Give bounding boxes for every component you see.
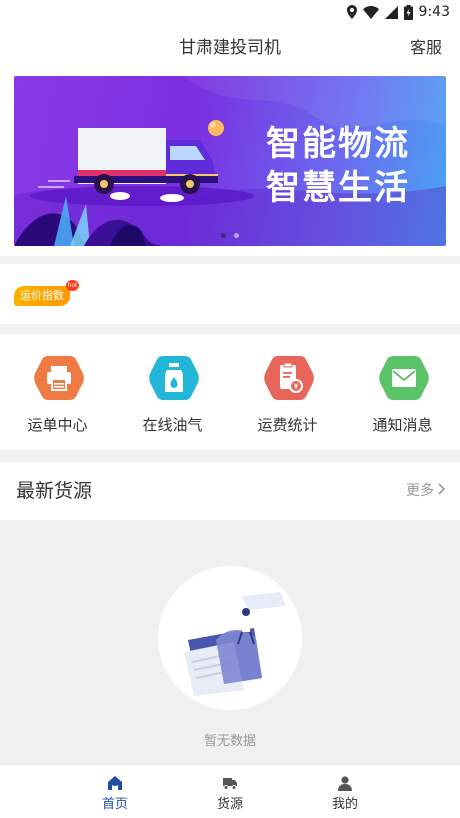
latest-cargo-header: 最新货源 更多 — [0, 462, 460, 520]
location-icon — [346, 5, 357, 19]
carousel-dot-1[interactable] — [221, 233, 226, 238]
empty-text: 暂无数据 — [203, 734, 256, 749]
wifi-icon — [362, 5, 379, 19]
banner-slogan-line2: 智慧生活 — [266, 168, 410, 208]
grid-item-notifications[interactable]: 通知消息 — [345, 334, 460, 450]
chevron-right-icon — [438, 462, 446, 520]
grid-item-online-fuel[interactable]: 在线油气 — [115, 334, 230, 450]
grid-item-label: 通知消息 — [372, 416, 433, 434]
banner-carousel[interactable]: 智能物流 智慧生活 — [14, 76, 446, 246]
fuel-bottle-icon — [149, 356, 199, 400]
tab-cargo[interactable]: 货源 — [190, 765, 270, 818]
rate-index-section: 运价指数 hot — [0, 264, 460, 324]
carousel-indicator — [14, 233, 446, 238]
title-bar: 甘肃建投司机 客服 — [0, 24, 460, 72]
printer-icon — [34, 356, 84, 400]
user-icon — [338, 776, 352, 791]
more-link[interactable]: 更多 — [406, 462, 446, 520]
cell-signal-icon — [384, 5, 398, 19]
tab-label: 货源 — [216, 797, 243, 812]
latest-cargo-title: 最新货源 — [16, 480, 93, 502]
more-label: 更多 — [406, 483, 434, 499]
freight-bill-icon — [264, 356, 314, 400]
page-title: 甘肃建投司机 — [179, 38, 281, 58]
tab-mine[interactable]: 我的 — [305, 765, 385, 818]
home-icon — [108, 776, 122, 790]
grid-item-label: 运费统计 — [257, 416, 318, 434]
grid-item-label: 在线油气 — [142, 416, 203, 434]
tab-label: 首页 — [101, 797, 128, 812]
tab-home[interactable]: 首页 — [75, 765, 155, 818]
banner-slogan-line1: 智能物流 — [266, 124, 410, 164]
status-bar: 9:43 — [0, 0, 460, 24]
battery-icon — [403, 4, 413, 20]
tab-label: 我的 — [331, 797, 358, 812]
bottom-tab-bar: 首页 货源 我的 — [0, 764, 460, 818]
status-time: 9:43 — [418, 4, 450, 20]
banner-slogan: 智能物流 智慧生活 — [266, 122, 410, 210]
grid-item-waybill-center[interactable]: 运单中心 — [0, 334, 115, 450]
empty-illustration — [158, 566, 302, 710]
grid-item-label: 运单中心 — [27, 416, 88, 434]
feature-grid: 运单中心 在线油气 运费统计 通知消息 — [0, 334, 460, 450]
rate-index-button[interactable]: 运价指数 — [14, 286, 70, 306]
carousel-dot-2[interactable] — [234, 233, 239, 238]
envelope-icon — [379, 356, 429, 400]
banner-section: 智能物流 智慧生活 — [0, 72, 460, 256]
grid-item-freight-stats[interactable]: 运费统计 — [230, 334, 345, 450]
hot-badge: hot — [66, 280, 79, 291]
empty-state: 暂无数据 — [0, 520, 460, 764]
customer-service-button[interactable]: 客服 — [410, 24, 442, 72]
app-screen: 9:43 甘肃建投司机 客服 智能物流 智慧生活 运价指数 hot 运单中心 在… — [0, 0, 460, 818]
truck-icon — [223, 778, 237, 790]
